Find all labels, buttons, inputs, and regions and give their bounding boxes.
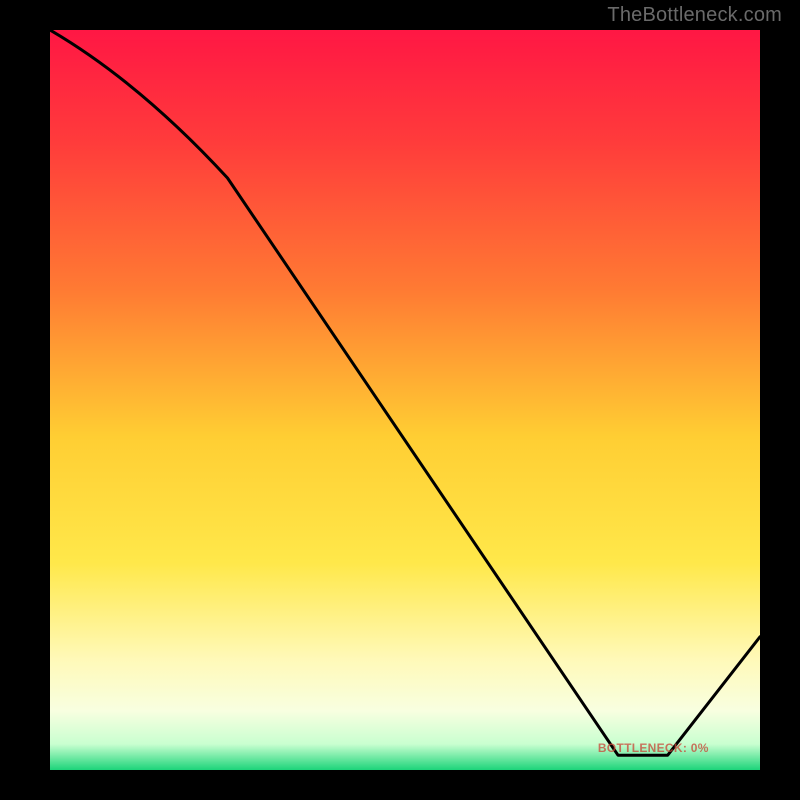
chart-svg: [50, 30, 760, 770]
watermark-text: TheBottleneck.com: [607, 4, 782, 27]
plot-area: [50, 30, 760, 770]
gradient-background: [50, 30, 760, 770]
chart-frame: TheBottleneck.com BOTTLENECK: 0%: [0, 0, 800, 800]
